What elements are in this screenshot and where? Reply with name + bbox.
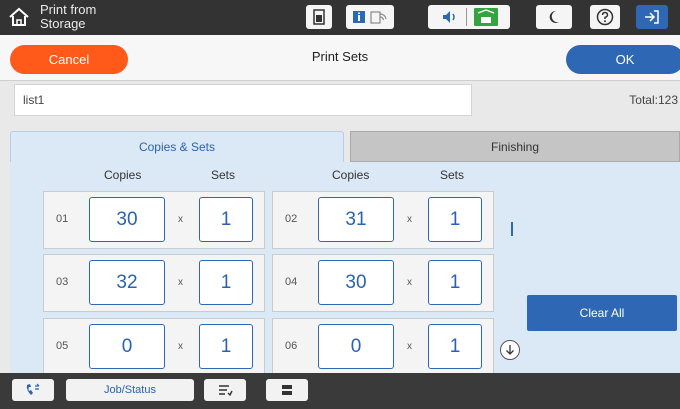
home-icon (9, 7, 29, 26)
clear-all-button[interactable]: Clear All (527, 295, 677, 331)
sets-input[interactable]: 1 (199, 324, 253, 369)
copies-input[interactable]: 30 (318, 260, 394, 305)
help-button[interactable] (590, 5, 620, 29)
sleep-button[interactable] (536, 5, 572, 29)
set-row: 06 0 x 1 (272, 318, 494, 376)
title-bar: Cancel Print Sets OK (0, 35, 680, 81)
row-number: 04 (285, 276, 298, 288)
cancel-button[interactable]: Cancel (10, 45, 128, 74)
sets-input[interactable]: 1 (199, 197, 253, 242)
set-row: 02 31 x 1 (272, 191, 494, 249)
info-icon (353, 11, 365, 23)
total-label: Total:123 (629, 93, 678, 107)
home-button[interactable]: Print from Storage (6, 3, 126, 33)
help-icon (596, 8, 614, 26)
ok-button[interactable]: OK (566, 45, 680, 74)
copies-header: Copies (104, 168, 142, 182)
copies-input[interactable]: 31 (318, 197, 394, 242)
scroll-down-button[interactable] (500, 340, 520, 360)
job-status-button[interactable]: Job/Status (66, 379, 194, 401)
bottom-bar: Job/Status (0, 373, 680, 409)
row-number: 02 (285, 213, 298, 225)
preview-button[interactable] (266, 379, 308, 401)
stop-menu-button[interactable] (204, 379, 246, 401)
status-bar: Print from Storage (0, 0, 680, 35)
sets-input[interactable]: 1 (428, 260, 482, 305)
multiply-sign: x (178, 341, 183, 352)
ink-icon (313, 9, 325, 25)
set-row: 05 0 x 1 (43, 318, 265, 376)
divider (465, 8, 467, 26)
copies-input[interactable]: 30 (89, 197, 165, 242)
multiply-sign: x (407, 214, 412, 225)
printer-icon (282, 385, 292, 395)
logout-button[interactable] (636, 5, 668, 29)
sets-header: Sets (211, 168, 236, 182)
menu-icon (219, 385, 233, 396)
logout-icon (645, 10, 659, 24)
ink-levels-button[interactable] (306, 5, 332, 29)
multiply-sign: x (407, 341, 412, 352)
home-title: Print from Storage (40, 2, 97, 31)
sets-input[interactable]: 1 (428, 197, 482, 242)
printer-info-button[interactable] (346, 5, 394, 29)
arrow-down-icon (506, 345, 514, 355)
copies-input[interactable]: 0 (89, 324, 165, 369)
phone-icon (26, 383, 40, 395)
tab-finishing[interactable]: Finishing (350, 131, 680, 162)
row-number: 03 (56, 276, 69, 288)
row-number: 06 (285, 340, 298, 352)
sets-input[interactable]: 1 (428, 324, 482, 369)
ethernet-icon (473, 8, 498, 26)
row-number: 01 (56, 213, 69, 225)
print-sets-screen: Print from Storage Cancel Print Sets OK … (0, 0, 680, 409)
sound-network-button[interactable] (428, 5, 510, 29)
set-row: 04 30 x 1 (272, 254, 494, 312)
list-name-field[interactable]: list1 (14, 84, 472, 116)
copies-input[interactable]: 0 (318, 324, 394, 369)
row-number: 05 (56, 340, 69, 352)
multiply-sign: x (178, 214, 183, 225)
sets-input[interactable]: 1 (199, 260, 253, 305)
sets-header: Sets (440, 168, 465, 182)
copies-header: Copies (332, 168, 370, 182)
sleep-icon (549, 10, 559, 23)
fax-button[interactable] (12, 379, 54, 401)
sound-icon (442, 11, 455, 23)
tab-copies-sets[interactable]: Copies & Sets (10, 131, 344, 164)
multiply-sign: x (178, 277, 183, 288)
copies-input[interactable]: 32 (89, 260, 165, 305)
page-title: Print Sets (311, 49, 369, 64)
set-row: 03 32 x 1 (43, 254, 265, 312)
scrollbar[interactable] (511, 222, 513, 236)
wifi-icon (370, 11, 387, 24)
set-row: 01 30 x 1 (43, 191, 265, 249)
multiply-sign: x (407, 277, 412, 288)
